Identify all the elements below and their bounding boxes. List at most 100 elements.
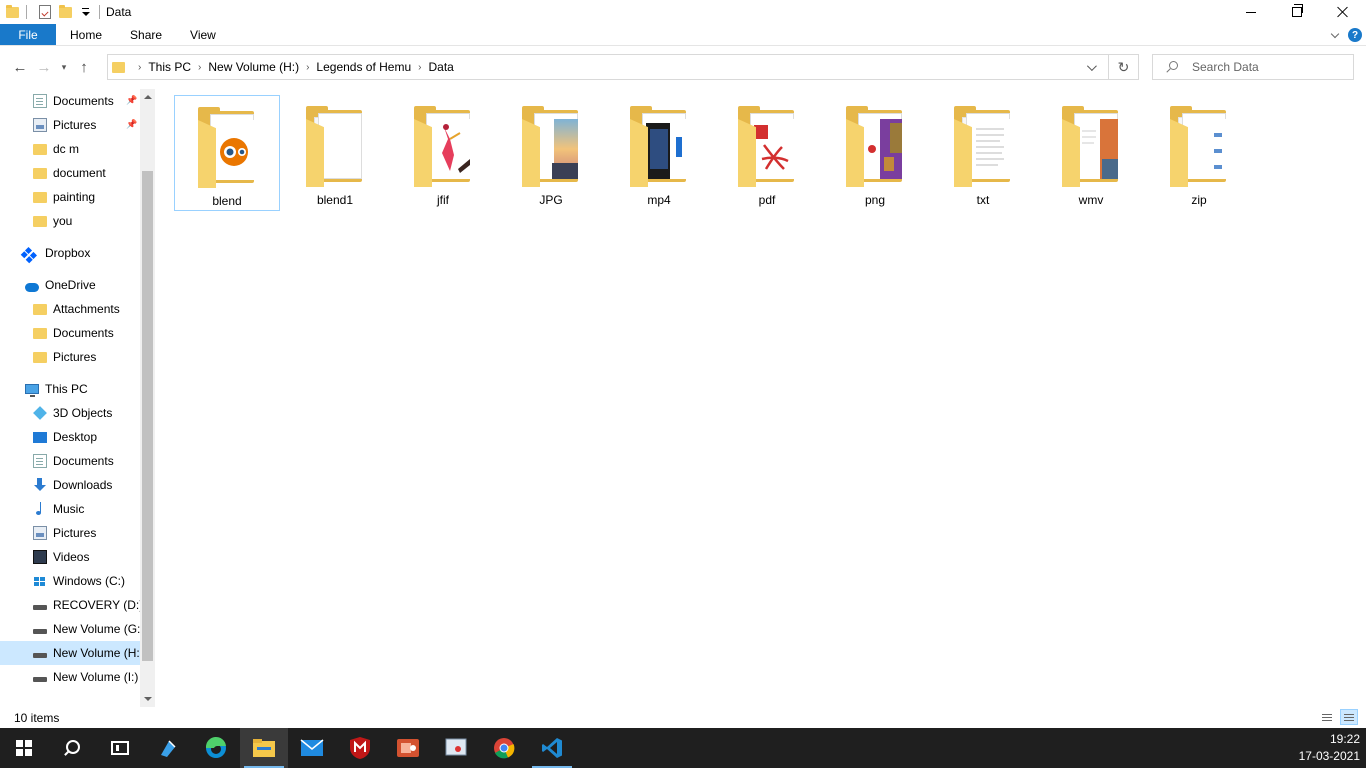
- address-bar[interactable]: › This PC › New Volume (H:) › Legends of…: [107, 54, 1139, 80]
- start-button[interactable]: [0, 728, 48, 768]
- sidebar-item-recovery-d[interactable]: RECOVERY (D:): [0, 593, 140, 617]
- sidebar-item-desktop[interactable]: Desktop: [0, 425, 140, 449]
- sidebar-item-label: Pictures: [53, 118, 97, 132]
- sidebar-item-pictures[interactable]: Pictures: [0, 521, 140, 545]
- windows-drive-icon: [33, 574, 47, 588]
- taskbar-search-button[interactable]: [48, 728, 96, 768]
- documents-icon: [33, 94, 47, 108]
- help-icon[interactable]: ?: [1348, 28, 1362, 42]
- folder-icon: [1167, 105, 1231, 187]
- address-dropdown-icon[interactable]: [1080, 55, 1100, 79]
- sidebar-item-windows-c[interactable]: Windows (C:): [0, 569, 140, 593]
- properties-icon[interactable]: [39, 5, 51, 19]
- folder-tile-png[interactable]: png: [822, 95, 928, 211]
- sidebar-item-new-volume-i[interactable]: New Volume (I:): [0, 665, 140, 689]
- folder-icon: [33, 191, 47, 203]
- breadcrumb-data[interactable]: Data: [425, 60, 458, 74]
- breadcrumb-new-volume[interactable]: New Volume (H:): [204, 60, 303, 74]
- sidebar-item-onedrive-documents[interactable]: Documents: [0, 321, 140, 345]
- pin-icon: 📌: [126, 119, 138, 129]
- sidebar-item-you[interactable]: you: [0, 209, 140, 233]
- taskbar: 19:22 17-03-2021: [0, 728, 1366, 768]
- tab-home[interactable]: Home: [56, 24, 116, 45]
- taskbar-app-chrome[interactable]: [480, 728, 528, 768]
- blender-logo-icon: [214, 120, 254, 180]
- scroll-up-icon[interactable]: [140, 89, 155, 105]
- folder-tile-blend1[interactable]: blend1: [282, 95, 388, 211]
- taskbar-app-snipping-tool[interactable]: [432, 728, 480, 768]
- chrome-icon: [494, 738, 515, 759]
- details-view-icon[interactable]: [1318, 709, 1336, 725]
- sidebar-item-videos[interactable]: Videos: [0, 545, 140, 569]
- chevron-right-icon[interactable]: ›: [135, 62, 144, 73]
- customize-quick-access-icon[interactable]: [79, 5, 93, 19]
- close-button[interactable]: [1320, 0, 1366, 24]
- taskbar-app-vscode[interactable]: [528, 728, 576, 768]
- search-input[interactable]: Search Data: [1152, 54, 1354, 80]
- pictures-icon: [33, 526, 47, 540]
- sidebar-item-onedrive[interactable]: OneDrive: [0, 273, 140, 297]
- folder-tile-txt[interactable]: txt: [930, 95, 1036, 211]
- folder-tile-blend[interactable]: blend: [174, 95, 280, 211]
- sidebar-item-new-volume-h[interactable]: New Volume (H:: [0, 641, 140, 665]
- sidebar-item-3d-objects[interactable]: 3D Objects: [0, 401, 140, 425]
- large-icons-view-icon[interactable]: [1340, 709, 1358, 725]
- minimize-button[interactable]: [1228, 0, 1274, 24]
- task-view-button[interactable]: [96, 728, 144, 768]
- taskbar-app-visual-studio[interactable]: [144, 728, 192, 768]
- sidebar-item-attachments[interactable]: Attachments: [0, 297, 140, 321]
- restore-button[interactable]: [1274, 0, 1320, 24]
- folder-tile-jfif[interactable]: jfif: [390, 95, 496, 211]
- sidebar-item-label: Desktop: [53, 430, 98, 444]
- pictures-icon: [33, 118, 47, 132]
- folder-tile-zip[interactable]: zip: [1146, 95, 1252, 211]
- chevron-right-icon[interactable]: ›: [195, 62, 204, 73]
- sidebar-item-documents-quick[interactable]: Documents 📌: [0, 89, 140, 113]
- taskbar-app-mcafee[interactable]: [336, 728, 384, 768]
- clock-date: 17-03-2021: [1298, 749, 1360, 763]
- system-clock[interactable]: 19:22 17-03-2021: [1299, 731, 1360, 765]
- sidebar-item-pictures-quick[interactable]: Pictures 📌: [0, 113, 140, 137]
- sidebar-scrollbar[interactable]: [140, 89, 155, 707]
- breadcrumb-this-pc[interactable]: This PC: [144, 60, 195, 74]
- desktop-icon: [33, 431, 47, 443]
- sidebar-item-music[interactable]: Music: [0, 497, 140, 521]
- sidebar-item-label: you: [53, 214, 73, 228]
- sidebar-item-dropbox[interactable]: Dropbox: [0, 241, 140, 265]
- sidebar-item-onedrive-pictures[interactable]: Pictures: [0, 345, 140, 369]
- sidebar-item-label: This PC: [45, 382, 88, 396]
- breadcrumb-legends-of-hemu[interactable]: Legends of Hemu: [312, 60, 415, 74]
- sidebar-item-document[interactable]: document: [0, 161, 140, 185]
- expand-ribbon-icon[interactable]: [1330, 30, 1340, 40]
- folder-tile-mp4[interactable]: mp4: [606, 95, 712, 211]
- taskbar-app-powerpoint[interactable]: [384, 728, 432, 768]
- sidebar-item-painting[interactable]: painting: [0, 185, 140, 209]
- scrollbar-thumb[interactable]: [142, 171, 153, 661]
- taskbar-app-edge[interactable]: [192, 728, 240, 768]
- sidebar-item-this-pc[interactable]: This PC: [0, 377, 140, 401]
- tab-view[interactable]: View: [176, 24, 230, 45]
- folder-tile-jpg[interactable]: JPG: [498, 95, 604, 211]
- sidebar-item-downloads[interactable]: Downloads: [0, 473, 140, 497]
- taskbar-app-mail[interactable]: [288, 728, 336, 768]
- refresh-button[interactable]: ↻: [1108, 55, 1138, 79]
- sidebar-item-new-volume-g[interactable]: New Volume (G:: [0, 617, 140, 641]
- new-folder-icon[interactable]: [59, 4, 72, 18]
- folder-tile-wmv[interactable]: wmv: [1038, 95, 1144, 211]
- taskbar-app-file-explorer[interactable]: [240, 728, 288, 768]
- back-button[interactable]: ←: [8, 55, 32, 79]
- sidebar-item-documents[interactable]: Documents: [0, 449, 140, 473]
- recent-locations-button[interactable]: ▾: [56, 55, 72, 79]
- chevron-right-icon[interactable]: ›: [303, 62, 312, 73]
- chevron-right-icon[interactable]: ›: [415, 62, 424, 73]
- windows-logo-icon: [16, 740, 32, 756]
- sidebar-item-label: RECOVERY (D:): [53, 598, 140, 612]
- forward-button[interactable]: →: [32, 55, 56, 79]
- folder-icon[interactable]: [6, 4, 19, 18]
- up-button[interactable]: ↑: [72, 55, 96, 79]
- tab-file[interactable]: File: [0, 24, 56, 45]
- sidebar-item-dc-m[interactable]: dc m: [0, 137, 140, 161]
- tab-share[interactable]: Share: [116, 24, 176, 45]
- scroll-down-icon[interactable]: [140, 691, 155, 707]
- folder-tile-pdf[interactable]: pdf: [714, 95, 820, 211]
